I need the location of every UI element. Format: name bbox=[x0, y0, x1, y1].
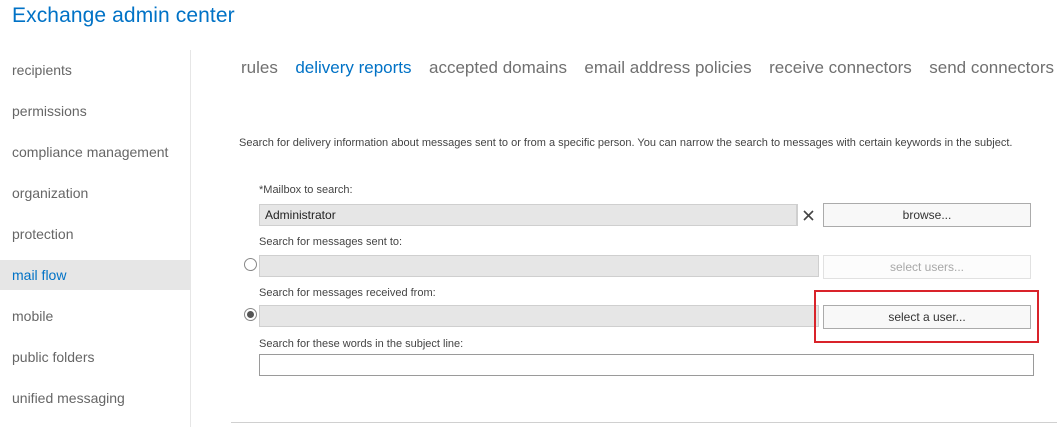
sent-to-field[interactable] bbox=[259, 255, 819, 277]
mailbox-field[interactable]: Administrator bbox=[259, 204, 797, 226]
sidebar-item-permissions[interactable]: permissions bbox=[0, 96, 190, 126]
sidebar-item-organization[interactable]: organization bbox=[0, 178, 190, 208]
select-users-button[interactable]: select users... bbox=[823, 255, 1031, 279]
sidebar-item-mail-flow[interactable]: mail flow bbox=[0, 260, 190, 290]
select-a-user-button[interactable]: select a user... bbox=[823, 305, 1031, 329]
received-from-label: Search for messages received from: bbox=[259, 287, 436, 299]
sidebar-item-public-folders[interactable]: public folders bbox=[0, 342, 190, 372]
tab-accepted-domains[interactable]: accepted domains bbox=[429, 58, 567, 78]
sidebar-item-protection[interactable]: protection bbox=[0, 219, 190, 249]
received-from-field[interactable] bbox=[259, 305, 819, 327]
sidebar-item-compliance-management[interactable]: compliance management bbox=[0, 137, 190, 167]
tab-send-connectors[interactable]: send connectors bbox=[929, 58, 1054, 78]
divider bbox=[231, 422, 1057, 423]
tab-delivery-reports[interactable]: delivery reports bbox=[295, 58, 411, 78]
browse-button[interactable]: browse... bbox=[823, 203, 1031, 227]
tab-email-address-policies[interactable]: email address policies bbox=[584, 58, 751, 78]
clear-mailbox-button[interactable] bbox=[797, 204, 819, 226]
subject-input[interactable] bbox=[259, 354, 1034, 376]
tab-bar: rules delivery reports accepted domains … bbox=[241, 58, 1057, 82]
received-from-radio[interactable] bbox=[244, 308, 257, 321]
sidebar-item-mobile[interactable]: mobile bbox=[0, 301, 190, 331]
subject-label: Search for these words in the subject li… bbox=[259, 338, 464, 350]
close-icon bbox=[803, 209, 814, 221]
sidebar-item-unified-messaging[interactable]: unified messaging bbox=[0, 383, 190, 413]
app-title: Exchange admin center bbox=[12, 4, 235, 27]
tab-rules[interactable]: rules bbox=[241, 58, 278, 78]
mailbox-label: *Mailbox to search: bbox=[259, 184, 353, 196]
search-description: Search for delivery information about me… bbox=[239, 137, 1013, 149]
sent-to-label: Search for messages sent to: bbox=[259, 236, 403, 248]
tab-receive-connectors[interactable]: receive connectors bbox=[769, 58, 912, 78]
sidebar-nav: recipients permissions compliance manage… bbox=[0, 50, 191, 427]
sent-to-radio[interactable] bbox=[244, 258, 257, 271]
sidebar-item-recipients[interactable]: recipients bbox=[0, 55, 190, 85]
